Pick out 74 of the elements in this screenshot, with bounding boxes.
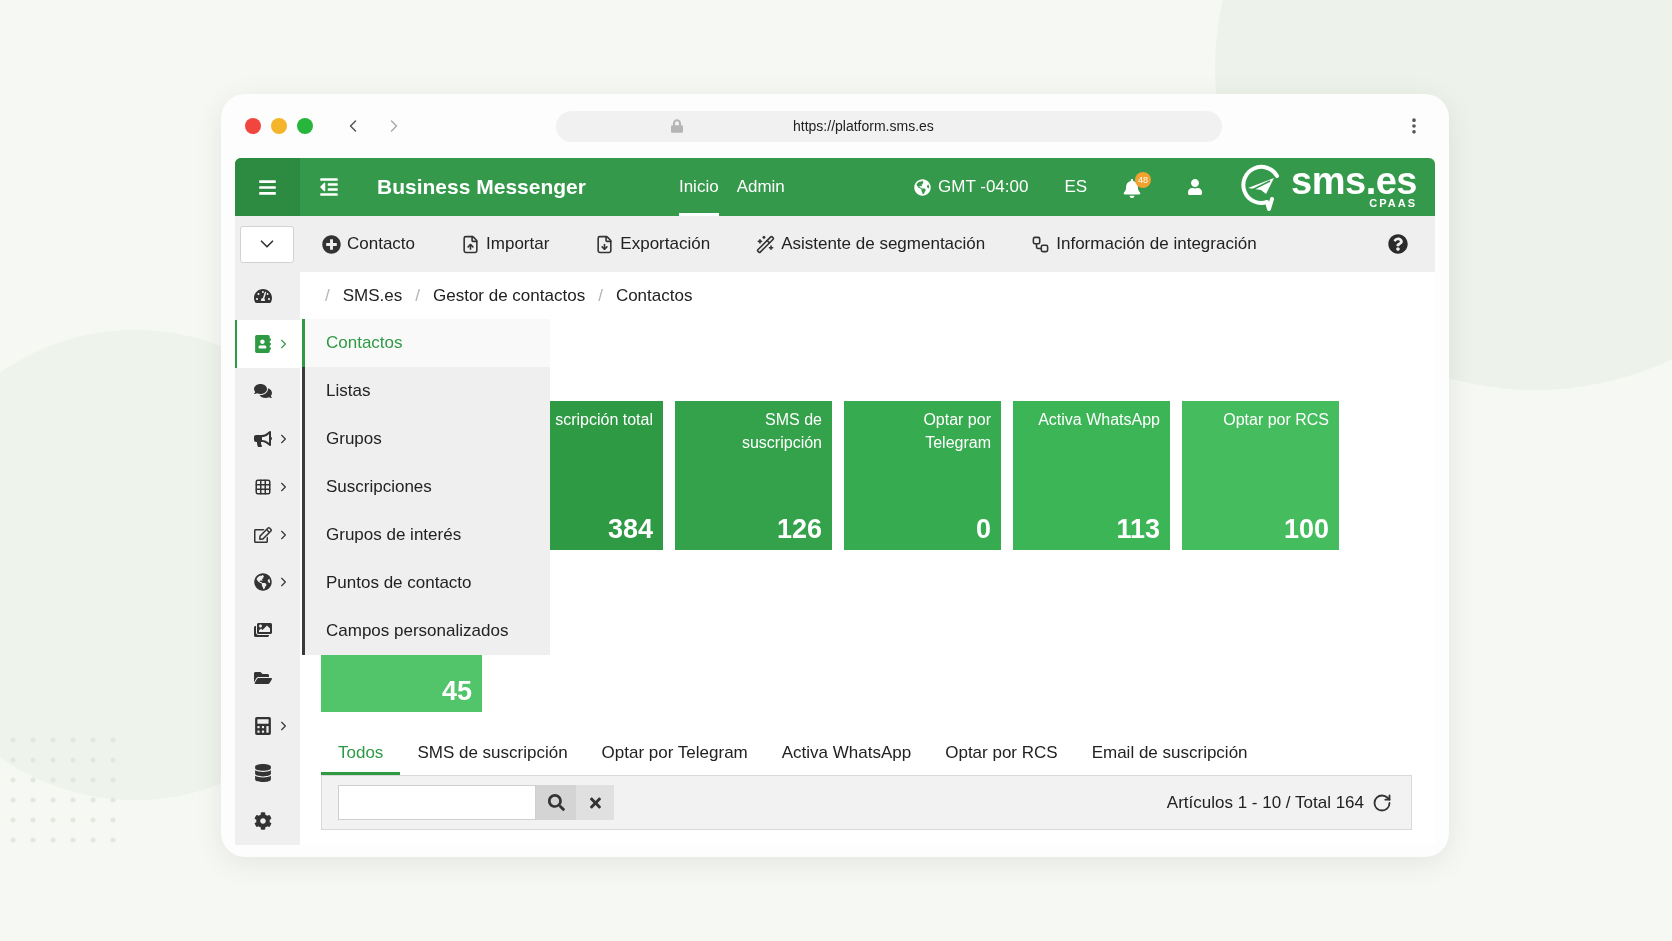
grid-icon [254, 477, 272, 496]
card-label: scripción total [555, 410, 653, 430]
submenu-item[interactable]: Campos personalizados [302, 607, 550, 655]
file-download-icon [595, 234, 615, 254]
toolbar-button[interactable]: Contacto [322, 231, 416, 257]
maximize-window-button[interactable] [297, 118, 313, 134]
card-value: 45 [441, 675, 472, 708]
pagination-text: Artículos 1 - 10 / Total 164 [1166, 791, 1364, 814]
submenu-item[interactable]: Puntos de contacto [302, 559, 550, 607]
logo-tagline: CPAAS [1369, 197, 1417, 209]
toolbar-button[interactable]: Importar [461, 231, 550, 257]
search-field[interactable] [338, 785, 536, 820]
breadcrumb-link[interactable]: Gestor de contactos [433, 282, 586, 309]
breadcrumb-separator: / [598, 284, 603, 307]
breadcrumb-link[interactable]: SMS.es [342, 282, 403, 309]
globe-icon [914, 178, 932, 196]
file-upload-icon [461, 234, 481, 254]
url-text: https://platform.sms.es [793, 116, 934, 136]
card-label: SMS de suscripción [740, 410, 822, 453]
globe-icon [254, 573, 272, 592]
clear-button[interactable] [576, 785, 614, 820]
filter-tab[interactable]: Optar por Telegram [584, 733, 765, 775]
user-icon [1187, 179, 1204, 195]
submenu-item[interactable]: Listas [302, 367, 550, 415]
card-label: Optar por RCS [1223, 410, 1329, 430]
connected-squares-icon [1031, 234, 1051, 254]
submenu-item[interactable]: Suscripciones [302, 463, 550, 511]
submenu-item[interactable]: Contactos [302, 319, 550, 367]
search-button[interactable] [536, 785, 576, 820]
submenu-item[interactable]: Grupos de interés [302, 511, 550, 559]
card-value: 0 [975, 513, 991, 546]
refresh-icon[interactable] [1372, 792, 1392, 813]
megaphone-icon [254, 430, 272, 449]
card-value: 384 [607, 513, 653, 546]
app-title: Business Messenger [377, 174, 586, 201]
card-value: 113 [1116, 513, 1160, 546]
help-icon[interactable] [1388, 234, 1408, 254]
edit-icon [254, 525, 272, 544]
card-value: 100 [1283, 513, 1329, 546]
language-button[interactable]: ES [1064, 174, 1088, 200]
images-icon [254, 621, 272, 640]
outdent-icon [319, 177, 339, 197]
breadcrumb-separator: / [325, 284, 330, 307]
settings-icon [254, 812, 272, 831]
toolbar-button[interactable]: Información de integración [1031, 231, 1257, 257]
database-icon [254, 764, 272, 783]
address-bar[interactable]: https://platform.sms.es [556, 110, 1222, 142]
filter-tab[interactable]: Email de suscripción [1074, 733, 1265, 775]
menu-icon [258, 177, 277, 197]
filter-tab[interactable]: Activa WhatsApp [764, 733, 929, 775]
filter-tab[interactable]: SMS de suscripción [400, 733, 585, 775]
filter-tab[interactable]: Optar por RCS [928, 733, 1075, 775]
chat-bubbles-icon [254, 382, 272, 401]
logo-text: sms.es [1291, 165, 1417, 197]
card-label: Optar por Telegram [922, 410, 991, 453]
timezone-button[interactable]: GMT -04:00 [914, 174, 1029, 200]
lock-icon [671, 119, 683, 133]
search-icon [547, 794, 565, 811]
notification-badge: 48 [1135, 172, 1152, 188]
menu-button[interactable] [235, 158, 300, 216]
user-button[interactable] [1187, 179, 1204, 195]
submenu-item[interactable]: Grupos [302, 415, 550, 463]
card-value: 126 [776, 513, 822, 546]
card-label: Activa WhatsApp [1038, 410, 1160, 430]
gauge-icon [254, 286, 272, 305]
toolbar-button[interactable]: Asistente de segmentación [756, 231, 986, 257]
breadcrumb-link[interactable]: Contactos [615, 282, 693, 309]
calculator-icon [254, 716, 272, 735]
magic-wand-icon [756, 234, 776, 254]
nav-link[interactable]: Admin [736, 158, 785, 216]
breadcrumb-separator: / [415, 284, 420, 307]
toolbar-button[interactable]: Exportación [595, 231, 711, 257]
close-window-button[interactable] [245, 118, 261, 134]
address-book-icon [254, 334, 272, 353]
